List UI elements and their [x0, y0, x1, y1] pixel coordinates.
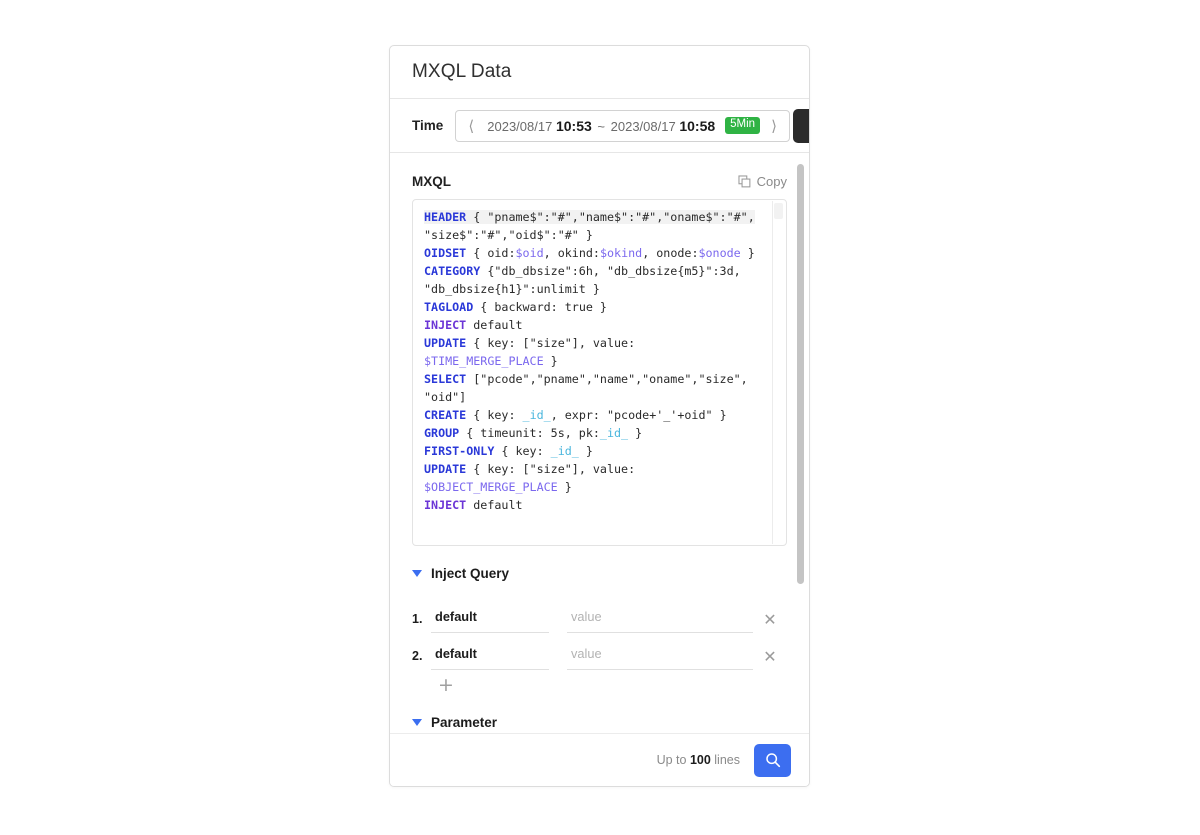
page-root: MXQL Data Time ⟨ 2023/08/17 10:53 ~ 2023… [0, 0, 1200, 835]
lines-limit-note: Up to 100 lines [657, 753, 740, 767]
parameter-title: Parameter [431, 715, 498, 730]
inject-query-value-input[interactable] [567, 644, 753, 670]
copy-button-label: Copy [756, 174, 787, 189]
code-scrollbar-track[interactable] [772, 201, 785, 544]
modal-scrollbar-thumb[interactable] [797, 164, 804, 584]
mxql-section-title: MXQL [412, 174, 451, 189]
inject-query-row-index: 1. [412, 612, 423, 626]
inject-query-title: Inject Query [431, 566, 510, 581]
modal-footer: Up to 100 lines [390, 733, 809, 786]
mxql-data-modal: MXQL Data Time ⟨ 2023/08/17 10:53 ~ 2023… [389, 45, 810, 787]
time-start-date: 2023/08/17 [487, 118, 553, 134]
chevron-down-icon [412, 570, 422, 577]
inject-query-key-input[interactable] [431, 607, 549, 633]
inject-query-row: 1. ✕ [412, 597, 787, 633]
time-range-text: 2023/08/17 10:53 ~ 2023/08/17 10:58 [482, 118, 720, 134]
add-inject-query-button[interactable]: + [424, 676, 468, 695]
mxql-code-editor[interactable]: HEADER { "pname$":"#","name$":"#","oname… [412, 199, 787, 546]
modal-scrollbar-track[interactable] [797, 164, 804, 634]
page-title: MXQL Data [412, 61, 512, 82]
inject-query-list: 1. ✕ 2. ✕ [412, 597, 787, 670]
close-icon[interactable]: ✕ [753, 610, 787, 633]
mxql-section-head: MXQL Copy [412, 174, 787, 189]
time-interval-badge[interactable]: 5Min [725, 117, 761, 134]
time-bar: Time ⟨ 2023/08/17 10:53 ~ 2023/08/17 10:… [390, 99, 809, 153]
modal-header: MXQL Data [390, 46, 809, 99]
time-start-time: 10:53 [555, 117, 592, 134]
code-scrollbar-thumb[interactable] [774, 203, 783, 219]
time-end-date: 2023/08/17 [610, 118, 676, 134]
inject-query-key-input[interactable] [431, 644, 549, 670]
time-range-picker[interactable]: ⟨ 2023/08/17 10:53 ~ 2023/08/17 10:58 5M… [455, 109, 791, 142]
lines-prefix: Up to [656, 753, 687, 767]
search-button[interactable] [754, 743, 791, 777]
inject-query-toggle[interactable]: Inject Query [412, 566, 787, 581]
inject-query-value-input[interactable] [567, 607, 753, 633]
chevron-down-icon [412, 719, 422, 726]
time-end-time: 10:58 [679, 117, 716, 134]
copy-button[interactable]: Copy [738, 174, 787, 189]
inject-query-row: 2. ✕ [412, 634, 787, 670]
close-icon[interactable]: ✕ [753, 647, 787, 670]
chevron-left-icon[interactable]: ⟨ [460, 111, 482, 141]
time-label: Time [412, 118, 444, 133]
modal-body: MXQL Copy HEADER { "pname$":"#","name$":… [390, 154, 809, 733]
copy-icon [738, 175, 751, 188]
time-separator: ~ [597, 118, 605, 134]
search-icon [765, 753, 780, 768]
chevron-right-icon[interactable]: ⟩ [763, 111, 785, 141]
side-panel-stub[interactable] [793, 109, 809, 143]
lines-suffix: lines [714, 753, 740, 767]
lines-count: 100 [689, 753, 711, 767]
parameter-toggle[interactable]: Parameter [412, 715, 787, 730]
inject-query-row-index: 2. [412, 649, 423, 663]
mxql-code-content: HEADER { "pname$":"#","name$":"#","oname… [424, 210, 755, 512]
